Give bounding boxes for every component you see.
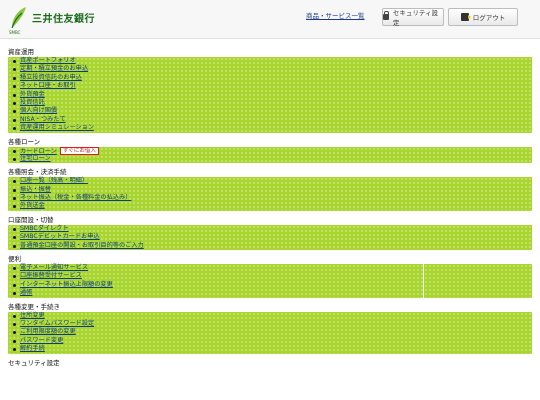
section-panel: 口座一覧（残高・明細） 振込・振替 ネット振込（税金・各種料金の払込み） 外貨送金 — [8, 177, 532, 211]
section-panel: SMBCダイレクト SMBCデビットカードお申込普通預金口座の開設・お取引目的等の… — [8, 224, 532, 251]
menu-link[interactable]: 口座振替受付サービス — [20, 272, 82, 279]
menu-section: 便利 電子メール通知サービス 口座振替受付サービスインターネット振込上限額の変更 通帳 — [8, 253, 532, 298]
menu-link[interactable]: ワンタイムパスワード設定 — [20, 320, 94, 327]
bank-name: 三井住友銀行 — [32, 14, 95, 25]
menu-link[interactable]: 解約手続 — [20, 345, 45, 352]
menu-link[interactable]: 住宅ローン — [20, 155, 51, 162]
menu-link[interactable]: ネット振込（税金・各種料金の払込み） — [20, 194, 131, 201]
menu-link[interactable]: パスワード変更 — [20, 337, 63, 344]
menu-link[interactable]: 定期・積立預金のお申込 — [20, 65, 88, 72]
menu-link[interactable]: 振込・振替 — [20, 186, 51, 193]
section-panel: カードローン すぐにお借入 住宅ローン — [8, 146, 532, 164]
panel-divider — [423, 264, 424, 298]
menu-section: 各種ローン カードローン すぐにお借入 住宅ローン — [8, 136, 532, 164]
promo-badge: すぐにお借入 — [59, 146, 99, 155]
menu-item: 住宅ローン — [10, 155, 530, 163]
section-title: 各種ローン — [8, 137, 41, 146]
lock-icon — [383, 11, 389, 20]
menu-link[interactable]: 個人向け国債 — [20, 107, 57, 114]
menu-link[interactable]: 投資信託 — [20, 99, 45, 106]
section-panel: 住所変更 ワンタイムパスワード設定 ご利用限度額の変更 パスワード変更 解約手続 — [8, 311, 532, 354]
menu-item: 振込・振替 — [10, 186, 530, 194]
services-link[interactable]: 商品・サービス一覧 — [306, 10, 365, 20]
section-panel: 資産ポートフォリオ 定期・積立預金のお申込 積立投資信託のお申込 ネット口座・お取引外… — [8, 57, 532, 133]
logout-label: ログアウト — [472, 14, 506, 22]
menu-item: ネット口座・お取引 — [10, 82, 530, 90]
menu-item: SMBCデビットカードお申込 — [10, 233, 530, 241]
menu-link[interactable]: 外貨預金 — [20, 91, 45, 98]
menu-item: 普通預金口座の開設・お取引目的等のご入力 — [10, 242, 530, 250]
menu-link[interactable]: 口座一覧（残高・明細） — [20, 177, 88, 184]
menu-section: 資産運用 資産ポートフォリオ 定期・積立預金のお申込 積立投資信託のお申込 ネット口座・… — [8, 46, 532, 133]
menu-item: 積立投資信託のお申込 — [10, 74, 530, 82]
menu-item: 電子メール通知サービス — [10, 264, 530, 272]
menu-link[interactable]: SMBCデビットカードお申込 — [20, 233, 100, 240]
menu-section: セキュリティ設定 — [8, 357, 532, 367]
menu-link[interactable]: 資産ポートフォリオ — [20, 57, 76, 64]
menu-section: 各種照会・決済手続 口座一覧（残高・明細） 振込・振替 ネット振込（税金・各種料金の払… — [8, 166, 532, 211]
menu-section: 口座開設・切替 SMBCダイレクト SMBCデビットカードお申込普通預金口座の開設・… — [8, 214, 532, 251]
menu-item: 資産運用シミュレーション — [10, 124, 530, 132]
section-panel: 電子メール通知サービス 口座振替受付サービスインターネット振込上限額の変更 通帳 — [8, 264, 532, 298]
logout-button[interactable]: ログアウト — [448, 8, 518, 26]
logout-icon — [460, 13, 471, 21]
menu-link[interactable]: SMBCダイレクト — [20, 225, 69, 232]
security-settings-button[interactable]: セキュリティ設定 — [382, 8, 444, 27]
menu-item: 定期・積立預金のお申込 — [10, 65, 530, 73]
menu-link[interactable]: ご利用限度額の変更 — [20, 328, 76, 335]
menu-item: 解約手続 — [10, 345, 530, 353]
menu-link[interactable]: カードローン — [20, 148, 57, 155]
section-title: 口座開設・切替 — [8, 215, 54, 224]
section-title: 各種照会・決済手続 — [8, 168, 67, 177]
menu-item: ネット振込（税金・各種料金の払込み） — [10, 194, 530, 202]
menu-sections: 資産運用 資産ポートフォリオ 定期・積立預金のお申込 積立投資信託のお申込 ネット口座・… — [0, 39, 540, 367]
menu-item: ワンタイムパスワード設定 — [10, 320, 530, 328]
menu-item: パスワード変更 — [10, 337, 530, 345]
menu-item: 外貨預金 — [10, 91, 530, 99]
menu-link[interactable]: 電子メール通知サービス — [20, 264, 88, 271]
menu-section: 各種変更・手続き 住所変更 ワンタイムパスワード設定 ご利用限度額の変更 パスワード変更… — [8, 301, 532, 354]
section-title: 各種変更・手続き — [8, 302, 60, 311]
menu-item: 口座一覧（残高・明細） — [10, 177, 530, 185]
menu-link[interactable]: NISA・つみたて — [20, 116, 66, 123]
menu-link[interactable]: 通帳 — [20, 289, 32, 296]
menu-item: 通帳 — [10, 289, 530, 297]
menu-item: 資産ポートフォリオ — [10, 57, 530, 65]
menu-item: 個人向け国債 — [10, 107, 530, 115]
menu-link[interactable]: ネット口座・お取引 — [20, 82, 76, 89]
menu-link[interactable]: 資産運用シミュレーション — [20, 124, 94, 131]
menu-link[interactable]: 積立投資信託のお申込 — [20, 74, 82, 81]
section-title: セキュリティ設定 — [8, 358, 60, 367]
header-bar: 三井住友銀行 SMBC 商品・サービス一覧 セキュリティ設定 ログアウト — [0, 0, 540, 39]
menu-link[interactable]: インターネット振込上限額の変更 — [20, 281, 113, 288]
menu-item: 口座振替受付サービス — [10, 272, 530, 280]
smbc-logo-icon — [11, 7, 26, 29]
menu-item: インターネット振込上限額の変更 — [10, 281, 530, 289]
menu-item: ご利用限度額の変更 — [10, 328, 530, 336]
logo-sub: SMBC — [9, 30, 21, 35]
menu-item: SMBCダイレクト — [10, 225, 530, 233]
security-settings-label: セキュリティ設定 — [392, 9, 438, 27]
menu-link[interactable]: 外貨送金 — [20, 202, 45, 209]
menu-item: カードローン すぐにお借入 — [10, 146, 530, 155]
section-title: 便利 — [8, 255, 21, 264]
menu-item: NISA・つみたて — [10, 116, 530, 124]
menu-link[interactable]: 住所変更 — [20, 312, 45, 319]
menu-item: 外貨送金 — [10, 202, 530, 210]
section-title: 資産運用 — [8, 48, 34, 56]
menu-item: 住所変更 — [10, 312, 530, 320]
menu-item: 投資信託 — [10, 99, 530, 107]
menu-link[interactable]: 普通預金口座の開設・お取引目的等のご入力 — [20, 242, 144, 249]
